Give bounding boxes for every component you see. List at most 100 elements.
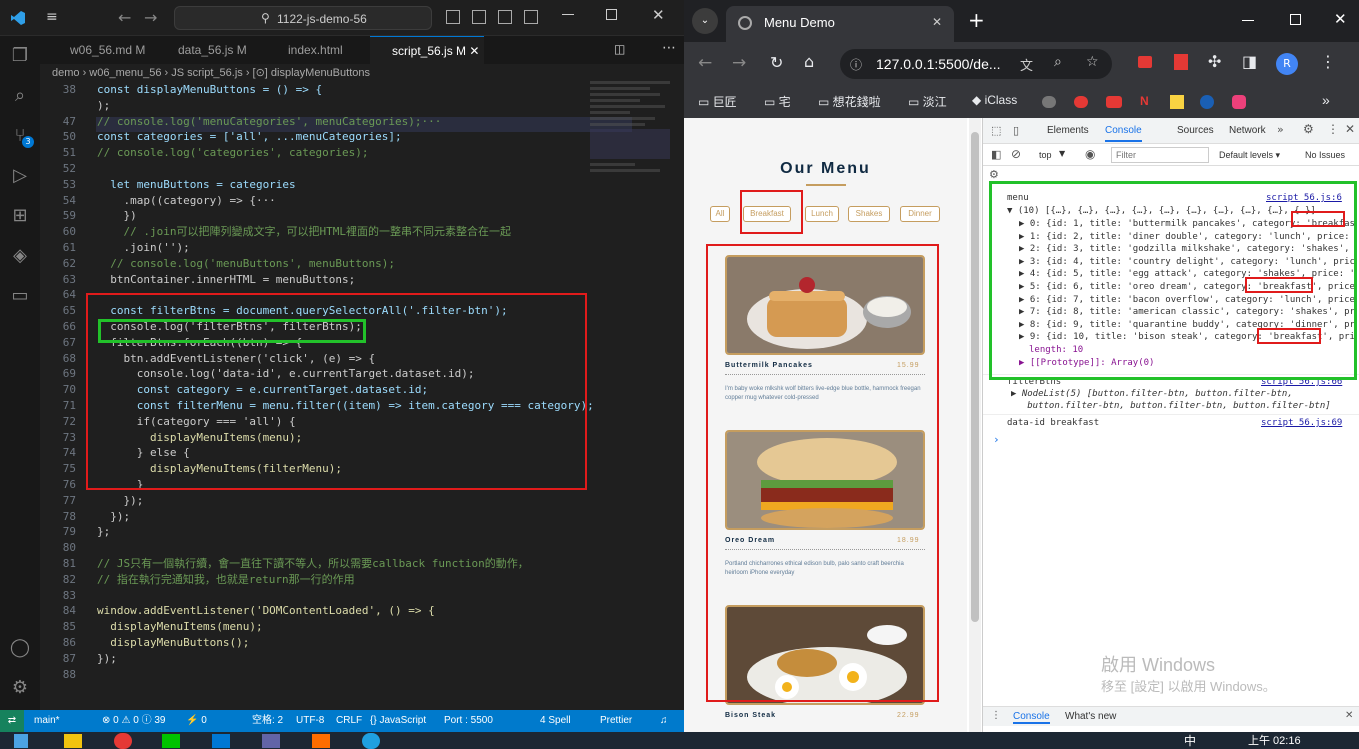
toggle-sidebar-icon[interactable]: [446, 10, 460, 24]
code-line[interactable]: // console.log('menuButtons', menuButton…: [97, 256, 395, 272]
encoding[interactable]: UTF-8: [296, 710, 324, 732]
tab-search-icon[interactable]: ⌄: [692, 8, 718, 34]
toggle-secondary-sidebar-icon[interactable]: [498, 10, 512, 24]
tab-data-js[interactable]: data_56.js M: [156, 36, 266, 64]
issues-count[interactable]: No Issues: [1305, 150, 1345, 160]
new-tab-icon[interactable]: +: [968, 8, 985, 32]
ime-indicator[interactable]: 中: [1184, 732, 1196, 749]
code-line[interactable]: });: [97, 651, 117, 667]
tab-script-js[interactable]: script_56.js M ✕: [370, 36, 484, 64]
tab-network[interactable]: Network: [1229, 125, 1266, 136]
python-icon[interactable]: ◈: [8, 244, 32, 268]
close-icon[interactable]: ✕: [652, 6, 665, 24]
remote-explorer-icon[interactable]: ▭: [8, 284, 32, 308]
sidebar-toggle-icon[interactable]: ◧: [991, 148, 1001, 161]
page-scrollbar[interactable]: [969, 118, 981, 732]
bookmark-youtube-icon[interactable]: [1106, 96, 1122, 108]
line-icon[interactable]: [162, 734, 180, 748]
hd-extension-icon[interactable]: [1138, 56, 1152, 68]
filter-btn-dinner[interactable]: Dinner: [900, 206, 940, 222]
bookmark-folder-3[interactable]: ▭ 想花錢啦: [818, 93, 881, 110]
run-debug-icon[interactable]: ▷: [8, 164, 32, 188]
code-line[interactable]: .map((category) => {···: [97, 193, 275, 209]
bookmark-folder-2[interactable]: ▭ 宅: [764, 93, 791, 110]
chrome-taskbar-icon[interactable]: [114, 733, 132, 749]
drawer-tab-console[interactable]: Console: [1013, 711, 1050, 724]
filter-btn-all[interactable]: All: [710, 206, 730, 222]
sidepanel-icon[interactable]: ◨: [1242, 52, 1257, 71]
command-search-box[interactable]: ⚲ 1122-js-demo-56: [174, 6, 432, 30]
inspect-icon[interactable]: ⬚: [991, 124, 1001, 137]
back-icon[interactable]: ←: [698, 53, 712, 73]
split-editor-icon[interactable]: ◫: [614, 42, 625, 56]
bookmark-iclass[interactable]: ◆ iClass: [972, 93, 1017, 107]
code-line[interactable]: // 指在執行完通知我，也就是return那一行的作用: [97, 572, 355, 588]
devtools-settings-icon[interactable]: ⚙: [1303, 122, 1314, 136]
code-line[interactable]: // console.log('categories', categories)…: [97, 145, 369, 161]
indent-spaces[interactable]: 空格: 2: [252, 710, 283, 732]
log-levels-select[interactable]: Default levels ▾: [1219, 150, 1280, 161]
drawer-tab-whats-new[interactable]: What's new: [1065, 711, 1116, 722]
translate-icon[interactable]: 文: [1020, 55, 1033, 74]
devtools-menu-icon[interactable]: ⋮: [1327, 122, 1339, 136]
maximize-icon[interactable]: [1290, 14, 1301, 25]
forward-arrow-icon[interactable]: →: [144, 8, 157, 27]
close-icon[interactable]: ✕: [1334, 10, 1347, 28]
code-line[interactable]: // .join可以把陣列變成文字，可以把HTML裡面的一整串不同元素整合在一起: [97, 224, 510, 240]
search-icon[interactable]: ⌕: [8, 84, 32, 108]
bookmark-youtube-music-icon[interactable]: [1074, 96, 1088, 108]
code-line[interactable]: const displayMenuButtons = () => {: [97, 82, 322, 98]
bookmark-github-icon[interactable]: [1042, 96, 1056, 108]
code-line[interactable]: // console.log('menuCategories', menuCat…: [97, 114, 441, 130]
tab-w06-md[interactable]: w06_56.md M: [48, 36, 156, 64]
extensions-icon[interactable]: ⊞: [8, 204, 32, 228]
code-line[interactable]: });: [97, 509, 130, 525]
breadcrumb[interactable]: demo › w06_menu_56 › JS script_56.js › […: [52, 65, 370, 81]
start-icon[interactable]: [14, 734, 28, 748]
teams-icon[interactable]: [262, 734, 280, 748]
problems-count[interactable]: ⊗ 0 ⚠ 0 ⓘ 39: [102, 710, 165, 732]
minimize-icon[interactable]: [1242, 20, 1254, 21]
file-explorer-icon[interactable]: [64, 734, 82, 748]
code-line[interactable]: const categories = ['all', ...menuCatego…: [97, 129, 402, 145]
code-line[interactable]: // JS只有一個執行續，會一直往下讀不等人，所以需要callback func…: [97, 556, 529, 572]
language-mode[interactable]: {} JavaScript: [370, 710, 426, 732]
code-line[interactable]: }): [97, 208, 136, 224]
layout-icon[interactable]: [524, 10, 538, 24]
extension-icon[interactable]: [1174, 54, 1188, 70]
context-select[interactable]: top: [1039, 150, 1052, 160]
code-line[interactable]: let menuButtons = categories: [97, 177, 295, 193]
git-branch[interactable]: main*: [34, 710, 60, 732]
more-bookmarks-icon[interactable]: »: [1322, 92, 1330, 108]
console-nodelist-line1[interactable]: ▶ NodeList(5) [button.filter-btn, button…: [1011, 388, 1293, 401]
tab-close-icon[interactable]: ✕: [932, 15, 942, 29]
home-icon[interactable]: ⌂: [804, 52, 814, 71]
ports-count[interactable]: ⚡ 0: [186, 710, 207, 732]
browser-tab[interactable]: Menu Demo ✕: [726, 6, 954, 42]
tab-index-html[interactable]: index.html: [266, 36, 370, 64]
tab-console[interactable]: Console: [1105, 125, 1142, 142]
context-dropdown-icon[interactable]: ▼: [1059, 149, 1065, 158]
live-server-port[interactable]: Port : 5500: [444, 710, 493, 732]
prettier[interactable]: Prettier: [600, 710, 632, 732]
forward-icon[interactable]: →: [732, 53, 746, 73]
app-icon[interactable]: [312, 734, 330, 748]
bookmark-foodpanda-icon[interactable]: [1232, 95, 1246, 109]
spell-check[interactable]: 4 Spell: [540, 710, 571, 732]
back-arrow-icon[interactable]: ←: [118, 8, 131, 27]
notifications-bell-icon[interactable]: ♫: [660, 710, 668, 732]
console-source-link[interactable]: script_56.js:69: [1261, 417, 1342, 430]
bookmark-netflix-icon[interactable]: N: [1140, 94, 1149, 108]
minimap[interactable]: [590, 81, 680, 201]
code-line[interactable]: displayMenuItems(menu);: [97, 619, 262, 635]
clock[interactable]: 上午 02:16: [1248, 732, 1301, 748]
account-icon[interactable]: ◯: [8, 636, 32, 660]
extensions-puzzle-icon[interactable]: ✣: [1208, 52, 1221, 71]
code-line[interactable]: };: [97, 524, 110, 540]
code-line[interactable]: );: [97, 98, 110, 114]
bookmark-lol-icon[interactable]: [1200, 95, 1214, 109]
drawer-menu-icon[interactable]: ⋮: [991, 710, 1001, 721]
drawer-close-icon[interactable]: ✕: [1345, 710, 1353, 721]
maximize-icon[interactable]: [606, 9, 617, 20]
scrollbar-thumb[interactable]: [971, 132, 979, 622]
